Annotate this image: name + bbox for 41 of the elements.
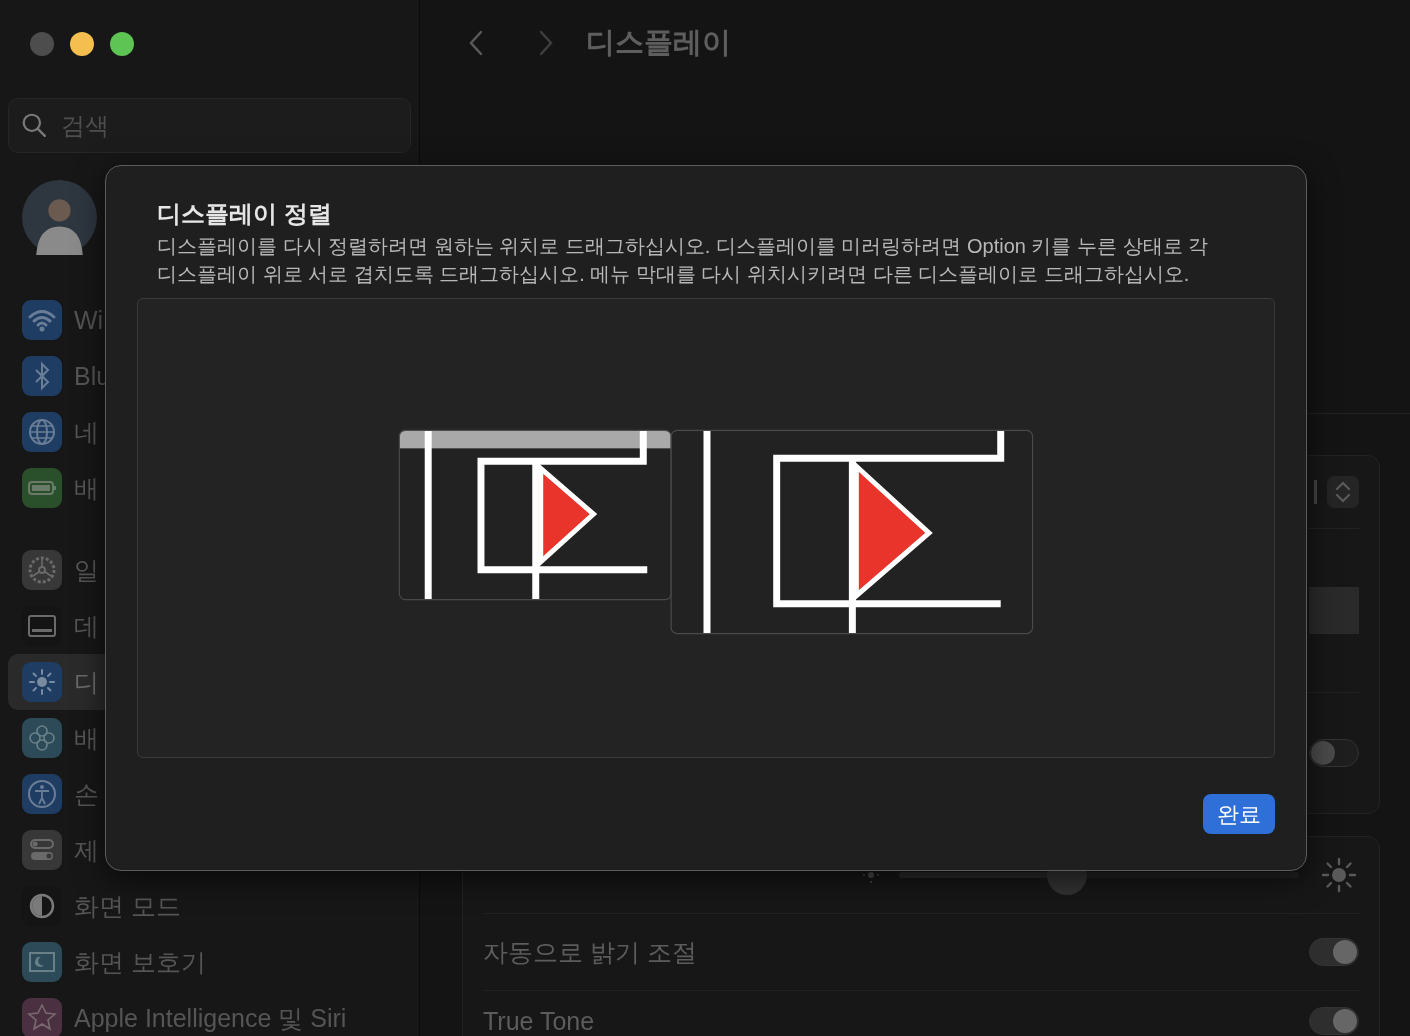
gear-icon (22, 550, 62, 590)
sidebar-item[interactable]: Apple Intelligence 및 Siri (8, 990, 411, 1036)
setting-label: True Tone (483, 1007, 595, 1036)
dialog-description: 디스플레이를 다시 정렬하려면 원하는 위치로 드래그하십시오. 디스플레이를 미러링하려면 Option 키를 누른 상태로 각 디스플레이 위로 서로 겹치도록 드래그하십시오. 메뉴 막대를 다시 위치시키려면 다른 디스플레이로 드래그하십시오. (157, 234, 1210, 287)
bluetooth-icon (22, 356, 62, 396)
sidebar-item[interactable]: 데 (8, 598, 411, 654)
globe-icon (22, 412, 62, 452)
sidebar-item[interactable]: 네 (8, 404, 411, 460)
flower-icon (22, 718, 62, 758)
minimize-button[interactable] (70, 32, 94, 56)
dialog-title: 디스플레이 정렬 (157, 199, 333, 229)
close-button[interactable] (30, 32, 54, 56)
done-button[interactable]: 완료 (1203, 794, 1275, 834)
switches-icon (22, 830, 62, 870)
display-thumbnail[interactable] (670, 429, 1034, 635)
sidebar-item[interactable]: 손 (8, 766, 411, 822)
display-thumbnail[interactable] (398, 429, 672, 601)
sun-icon (1319, 855, 1359, 895)
toggle-switch[interactable] (1309, 739, 1359, 767)
sidebar-item[interactable]: 일 (8, 542, 411, 598)
star-icon (22, 998, 62, 1036)
sidebar-item[interactable]: 화면 모드 (8, 878, 411, 934)
toggle-switch[interactable] (1309, 1007, 1359, 1035)
toggle-switch[interactable] (1309, 938, 1359, 966)
battery-icon (22, 468, 62, 508)
sidebar-item[interactable]: 화면 보호기 (8, 934, 411, 990)
sidebar-item[interactable]: 배 (8, 710, 411, 766)
search-icon (21, 112, 47, 138)
window-title: 디스플레이 (586, 25, 731, 60)
person-icon (22, 774, 62, 814)
sidebar-item[interactable]: 배 (8, 460, 411, 516)
sidebar-item[interactable]: Wi (8, 292, 411, 348)
stepper-button[interactable] (1327, 476, 1359, 508)
moon-icon (22, 942, 62, 982)
preview-thumbnail (1309, 587, 1359, 634)
setting-label: 자동으로 밝기 조절 (483, 936, 697, 968)
sun-icon (22, 662, 62, 702)
sidebar-item[interactable]: 제 (8, 822, 411, 878)
wifi-icon (22, 300, 62, 340)
zoom-button[interactable] (110, 32, 134, 56)
avatar[interactable] (22, 180, 97, 255)
